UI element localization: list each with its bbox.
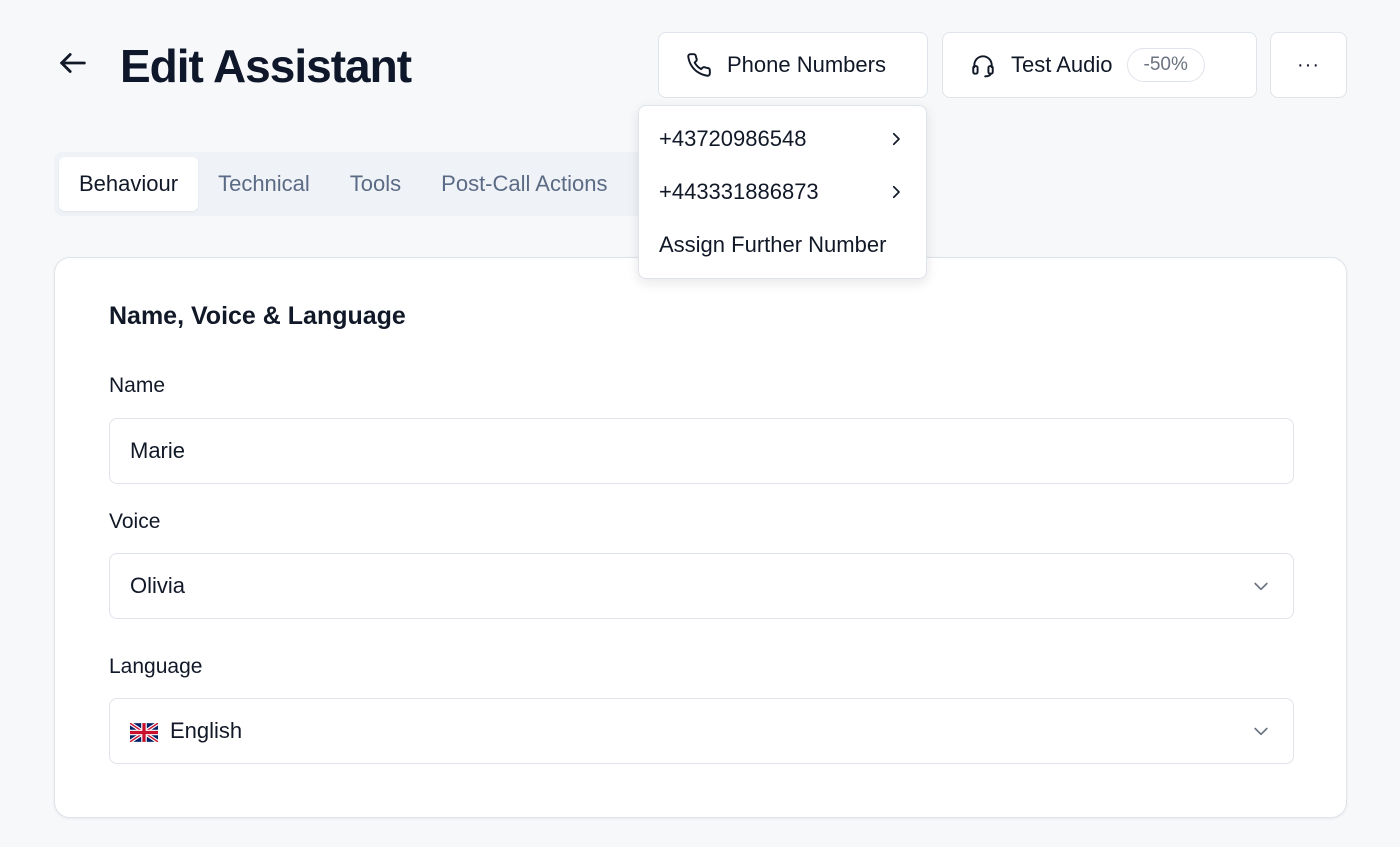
voice-select[interactable]: Olivia bbox=[109, 553, 1294, 619]
tab-behaviour[interactable]: Behaviour bbox=[59, 157, 199, 211]
phone-icon bbox=[685, 51, 713, 79]
edit-assistant-page: Edit Assistant Phone Numbers Test Audio … bbox=[0, 0, 1400, 847]
test-audio-label: Test Audio bbox=[1011, 52, 1113, 77]
tab-tools[interactable]: Tools bbox=[330, 157, 421, 211]
chevron-right-icon bbox=[886, 182, 906, 202]
tab-bar: Behaviour Technical Tools Post-Call Acti… bbox=[54, 152, 654, 216]
assign-further-number-label: Assign Further Number bbox=[659, 231, 887, 257]
headset-icon bbox=[969, 51, 997, 79]
test-audio-button[interactable]: Test Audio -50% bbox=[942, 32, 1257, 98]
arrow-left-icon bbox=[56, 46, 90, 85]
assign-further-number-item[interactable]: Assign Further Number bbox=[639, 218, 926, 271]
phone-number-item[interactable]: +443331886873 bbox=[639, 165, 926, 218]
phone-number-label: +43720986548 bbox=[659, 125, 807, 151]
phone-number-label: +443331886873 bbox=[659, 178, 819, 204]
voice-label: Voice bbox=[109, 510, 161, 533]
name-field[interactable] bbox=[109, 418, 1294, 484]
section-title: Name, Voice & Language bbox=[109, 302, 406, 330]
name-voice-language-card: Name, Voice & Language Name Voice Olivia… bbox=[54, 257, 1347, 818]
tab-post-call-actions[interactable]: Post-Call Actions bbox=[421, 157, 627, 211]
more-button[interactable]: ··· bbox=[1270, 32, 1347, 98]
chevron-down-icon bbox=[1249, 574, 1273, 598]
page-title: Edit Assistant bbox=[120, 40, 412, 92]
more-icon: ··· bbox=[1297, 53, 1320, 76]
test-audio-badge: -50% bbox=[1126, 48, 1205, 82]
language-label: Language bbox=[109, 655, 203, 678]
name-label: Name bbox=[109, 374, 166, 397]
uk-flag-icon bbox=[128, 721, 160, 743]
tab-technical[interactable]: Technical bbox=[198, 157, 330, 211]
name-input[interactable] bbox=[130, 438, 1273, 464]
chevron-down-icon bbox=[1249, 719, 1273, 743]
phone-numbers-button[interactable]: Phone Numbers bbox=[658, 32, 928, 98]
language-value: English bbox=[170, 718, 243, 743]
chevron-right-icon bbox=[886, 129, 906, 149]
language-select[interactable]: English bbox=[109, 698, 1294, 764]
phone-number-item[interactable]: +43720986548 bbox=[639, 112, 926, 165]
voice-value: Olivia bbox=[130, 573, 186, 598]
phone-numbers-dropdown: +43720986548 +443331886873 Assign Furthe… bbox=[638, 105, 927, 279]
back-button[interactable] bbox=[52, 44, 94, 86]
phone-numbers-label: Phone Numbers bbox=[727, 52, 886, 77]
